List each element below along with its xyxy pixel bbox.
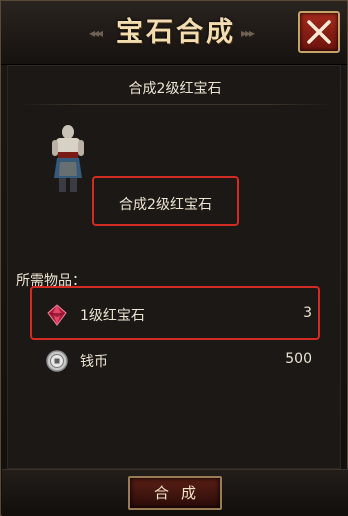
content-area: 合成2级红宝石 合成2级红宝石 所需物品： 1级红宝石 3 钱币 500 [7, 65, 341, 469]
character-figure-icon [52, 125, 84, 192]
close-x-icon [307, 20, 331, 44]
red-gem-icon [47, 304, 67, 326]
requirement-name: 钱币 [80, 354, 108, 370]
requirement-row: 钱币 500 [32, 340, 318, 380]
target-item-label: 合成2级红宝石 [119, 197, 212, 213]
synthesis-subtitle: 合成2级红宝石 [128, 81, 222, 97]
title-ornament-right: ▸▸▸ [241, 26, 255, 40]
requirement-name: 1级红宝石 [80, 308, 145, 324]
window-title: 宝石合成 [116, 17, 236, 48]
requirement-quantity: 500 [285, 351, 312, 367]
divider [18, 104, 332, 105]
gem-synthesis-window: ◂◂◂ 宝石合成 ▸▸▸ 合成2级红宝石 合成2级红宝石 所需物品： 1级红宝石… [0, 0, 348, 516]
title-bar: ◂◂◂ 宝石合成 ▸▸▸ [1, 1, 347, 65]
merge-button[interactable]: 合成 [128, 476, 222, 510]
requirement-row: 1级红宝石 3 [32, 294, 318, 334]
requirement-quantity: 3 [303, 305, 312, 321]
close-button[interactable] [298, 11, 340, 53]
footer-bar: 合成 [2, 469, 348, 516]
target-item-highlight: 合成2级红宝石 [92, 176, 239, 226]
coin-icon [46, 350, 68, 372]
